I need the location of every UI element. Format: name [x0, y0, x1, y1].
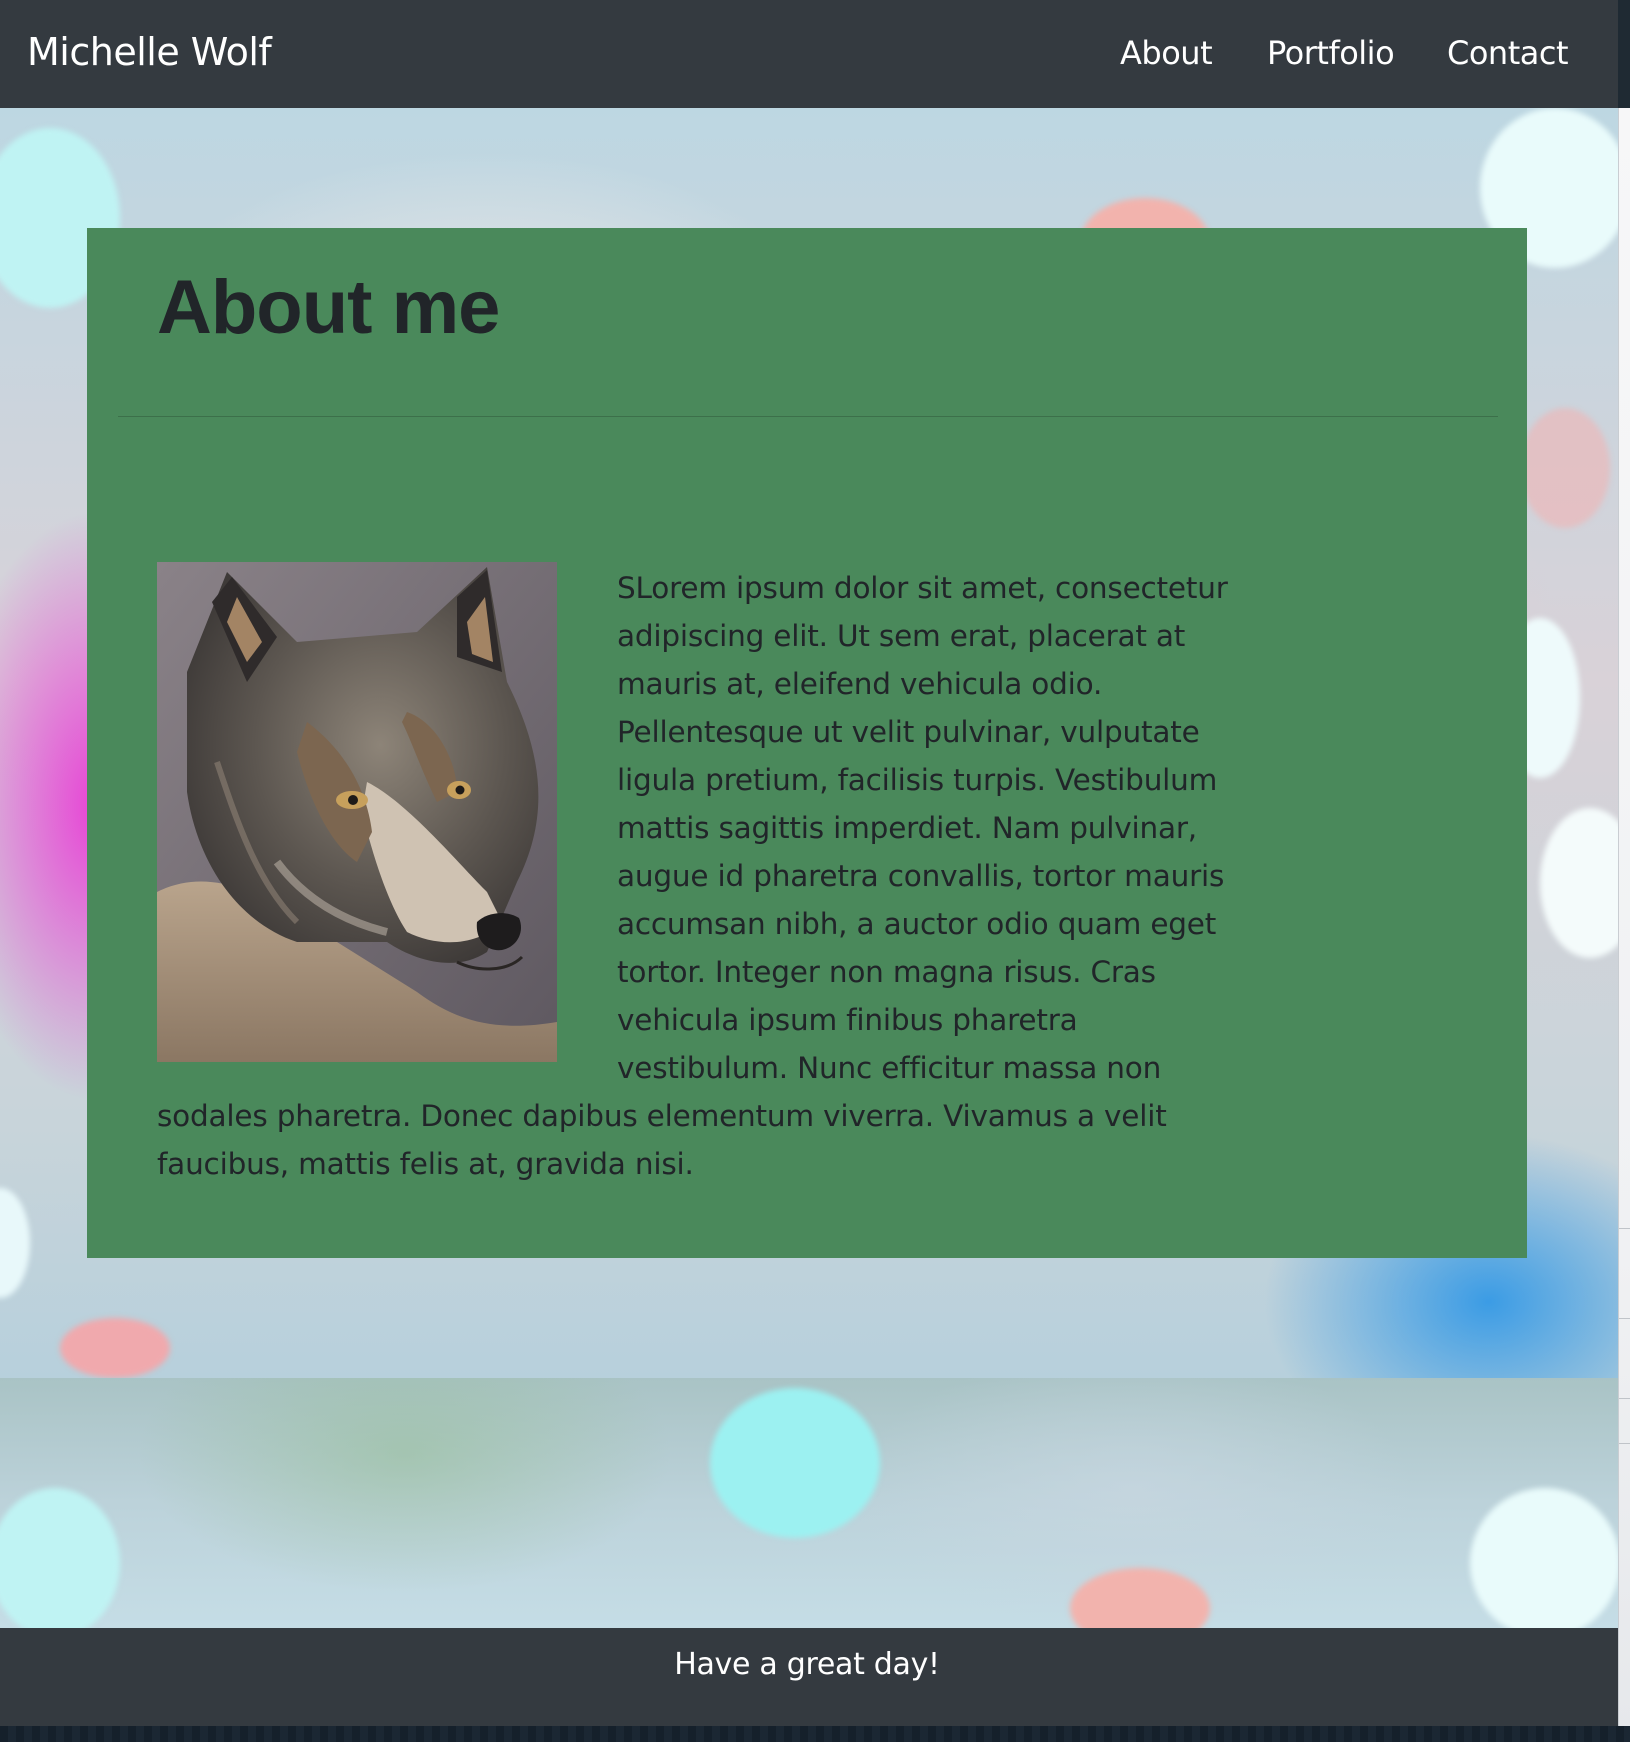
top-navbar: Michelle Wolf About Portfolio Contact [0, 0, 1618, 108]
heading-divider [118, 416, 1498, 417]
nav-link-contact[interactable]: Contact [1447, 28, 1569, 78]
bokeh-background-lower [0, 1378, 1618, 1628]
photo-float-spacer [157, 564, 617, 1064]
browser-page: Michelle Wolf About Portfolio Contact Ab… [0, 0, 1618, 1726]
nav-link-about[interactable]: About [1120, 28, 1213, 78]
footer-message: Have a great day! [674, 1647, 940, 1682]
adjacent-window-edge [1618, 108, 1630, 1742]
page-footer: Have a great day! [0, 1628, 1618, 1726]
brand-logo-link[interactable]: Michelle Wolf [27, 26, 272, 78]
about-paragraph: SLorem ipsum dolor sit amet, consectetur… [157, 564, 1237, 1188]
desktop-edge [0, 1726, 1630, 1742]
nav-link-portfolio[interactable]: Portfolio [1267, 28, 1395, 78]
page-title: About me [157, 265, 500, 350]
about-card: About me SLorem ipsum dolor sit amet, co… [87, 228, 1527, 1258]
